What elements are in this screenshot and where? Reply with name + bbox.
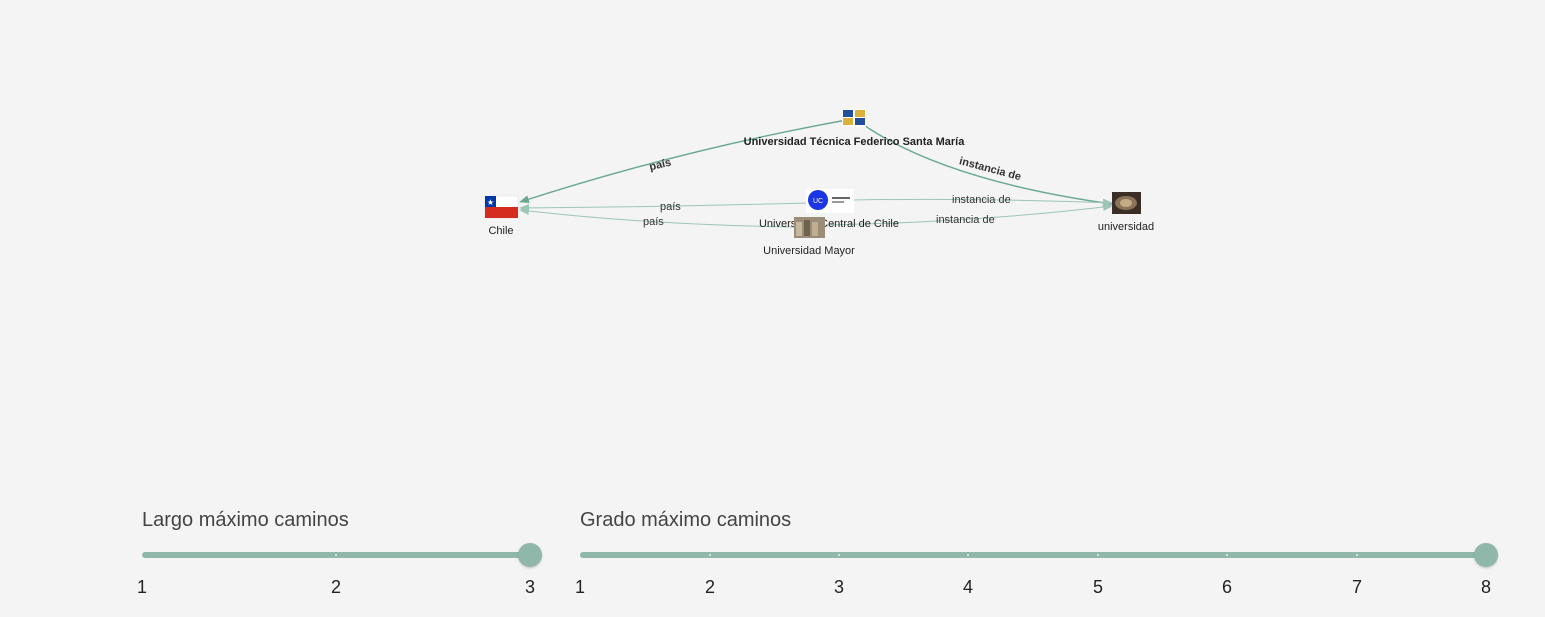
- edge-label-ucentral-instancia: instancia de: [952, 194, 1011, 206]
- slider-grado-tick-8: 8: [1480, 577, 1492, 597]
- node-label-universidad: universidad: [1098, 221, 1154, 233]
- slider-largo: Largo máximo caminos 1 2 3: [137, 505, 542, 597]
- node-chile[interactable]: ★ Chile: [484, 195, 519, 237]
- node-utfsm[interactable]: Universidad Técnica Federico Santa María: [744, 109, 966, 148]
- slider-largo-tick-2: 2: [330, 577, 342, 597]
- node-universidad[interactable]: universidad: [1098, 192, 1154, 233]
- umayor-photo-icon: [794, 217, 825, 238]
- universidad-photo-icon: [1112, 192, 1141, 214]
- utfsm-crest-icon: [842, 109, 866, 127]
- slider-grado-title: Grado máximo caminos: [580, 509, 792, 531]
- slider-largo-tick-dot: [335, 554, 337, 556]
- slider-grado-tick-dot: [1356, 554, 1358, 556]
- edge-label-ucentral-pais: país: [660, 201, 681, 213]
- edge-label-utfsm-pais: país: [648, 156, 672, 173]
- chile-flag-icon: ★: [484, 195, 519, 219]
- slider-largo-tick-1: 1: [136, 577, 148, 597]
- slider-largo-track[interactable]: [142, 552, 530, 558]
- slider-grado-tick-dot: [967, 554, 969, 556]
- slider-grado-tick-5: 5: [1092, 577, 1104, 597]
- slider-grado-tick-dot: [1097, 554, 1099, 556]
- svg-text:UC: UC: [813, 198, 823, 205]
- node-ucentral[interactable]: UC Universidad Central de Chile: [759, 189, 899, 230]
- node-label-utfsm: Universidad Técnica Federico Santa María: [744, 136, 966, 148]
- graph-canvas[interactable]: país instancia de país instancia de país…: [0, 0, 1545, 470]
- slider-grado-track[interactable]: [580, 552, 1486, 558]
- slider-grado-tick-4: 4: [962, 577, 974, 597]
- edge-label-umayor-pais: país: [643, 216, 664, 228]
- slider-largo-thumb[interactable]: [518, 543, 542, 567]
- edge-label-umayor-instancia: instancia de: [936, 214, 995, 226]
- node-label-ucentral: Universidad Central de Chile: [759, 218, 899, 230]
- slider-grado-tick-7: 7: [1351, 577, 1363, 597]
- slider-largo-tick-3: 3: [524, 577, 536, 597]
- slider-largo-title: Largo máximo caminos: [142, 509, 349, 531]
- slider-grado-tick-dot: [709, 554, 711, 556]
- slider-grado-tick-dot: [838, 554, 840, 556]
- ucentral-logo-icon: UC: [806, 189, 854, 213]
- slider-grado-tick-1: 1: [574, 577, 586, 597]
- svg-text:★: ★: [487, 198, 494, 207]
- node-label-chile: Chile: [488, 225, 513, 237]
- slider-grado-thumb[interactable]: [1474, 543, 1498, 567]
- node-label-umayor: Universidad Mayor: [763, 245, 855, 257]
- slider-grado-tick-6: 6: [1221, 577, 1233, 597]
- slider-grado-tick-dot: [1226, 554, 1228, 556]
- slider-grado-tick-2: 2: [704, 577, 716, 597]
- slider-grado: Grado máximo caminos 1 2 3 4 5 6 7 8: [575, 505, 1500, 597]
- slider-grado-tick-3: 3: [833, 577, 845, 597]
- edge-utfsm-chile[interactable]: [519, 118, 853, 204]
